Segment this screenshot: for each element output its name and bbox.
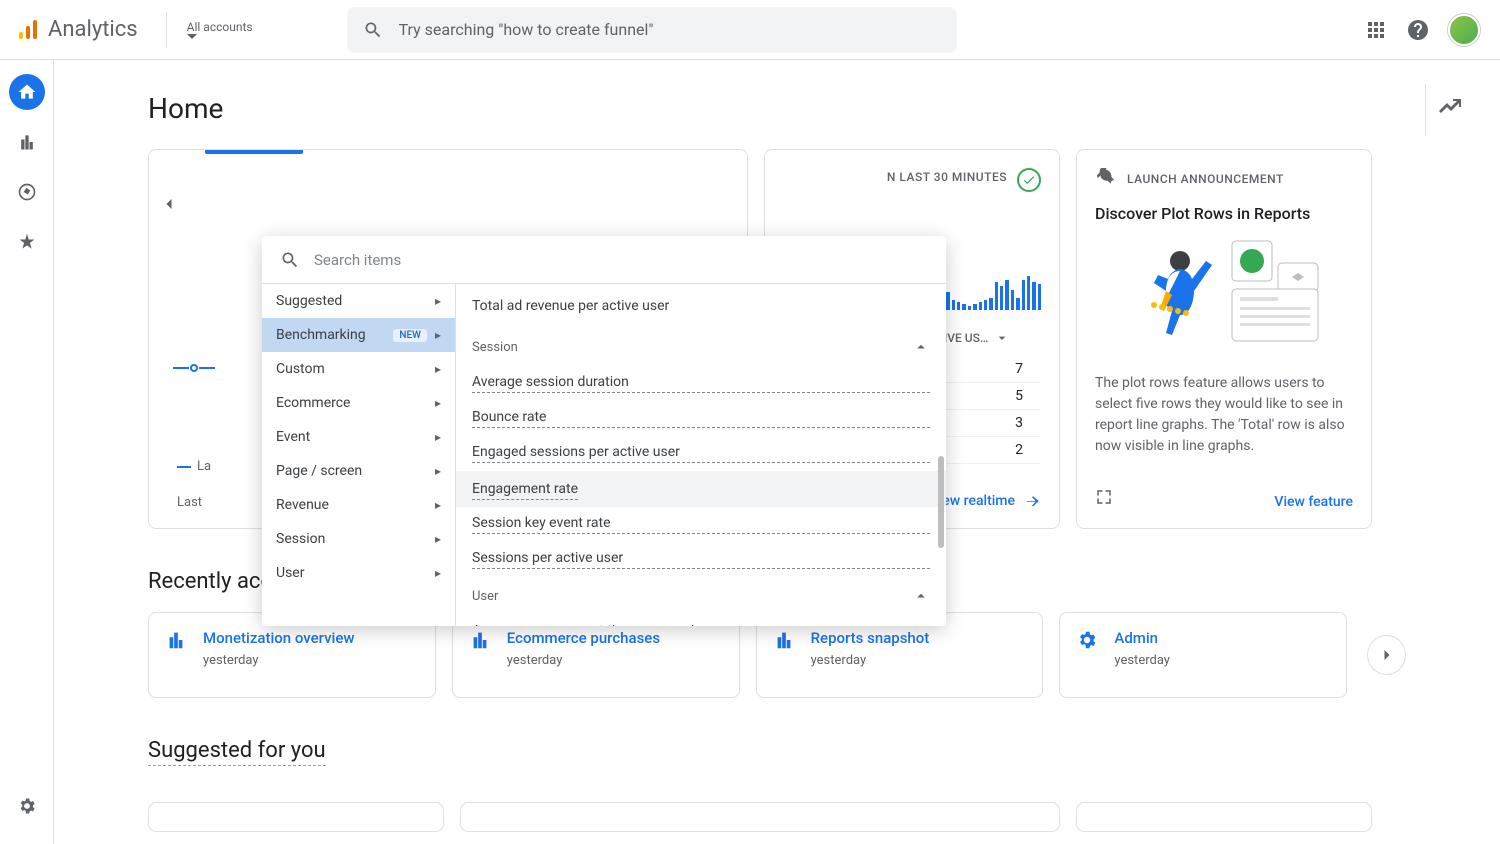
next-button[interactable] (1367, 635, 1406, 675)
scrollbar-thumb[interactable] (938, 456, 944, 548)
recent-card-subtitle: yesterday (1114, 653, 1170, 668)
category-ecommerce[interactable]: Ecommerce▸ (262, 386, 455, 420)
search-icon (280, 250, 300, 270)
announcement-tag: LAUNCH ANNOUNCEMENT (1095, 168, 1353, 190)
metric-item[interactable]: Engagement rate (456, 471, 946, 507)
card-footer-text: Last (177, 495, 202, 510)
nav-settings[interactable] (9, 788, 45, 824)
recent-card-subtitle: yesterday (507, 653, 660, 668)
global-search[interactable]: Try searching "how to create funnel" (347, 7, 957, 53)
analytics-logo-icon (16, 18, 40, 42)
view-feature-link[interactable]: View feature (1274, 494, 1353, 510)
metric-picker-popover: Suggested▸BenchmarkingNEW▸Custom▸Ecommer… (262, 236, 946, 626)
chart-legend: La (177, 459, 211, 474)
suggested-row (148, 802, 1406, 832)
gear-icon (1076, 629, 1098, 651)
category-user[interactable]: User▸ (262, 556, 455, 590)
user-avatar[interactable] (1448, 14, 1480, 46)
metric-categories: Suggested▸BenchmarkingNEW▸Custom▸Ecommer… (262, 284, 456, 626)
nav-reports[interactable] (9, 124, 45, 160)
suggested-card[interactable] (148, 802, 444, 832)
suggested-heading: Suggested for you (148, 738, 326, 766)
view-realtime-link[interactable]: View realtime (930, 492, 1041, 510)
insights-button[interactable] (1425, 84, 1474, 136)
previous-arrow[interactable] (159, 194, 179, 218)
help-icon[interactable] (1406, 18, 1430, 42)
suggested-card[interactable] (460, 802, 1060, 832)
metric-item[interactable]: Total ad revenue per active user (456, 284, 946, 328)
category-page-screen[interactable]: Page / screen▸ (262, 454, 455, 488)
recent-card[interactable]: Admin yesterday (1059, 612, 1347, 698)
chart-icon (773, 629, 795, 651)
chart-icon (469, 629, 491, 651)
category-custom[interactable]: Custom▸ (262, 352, 455, 386)
announcement-title: Discover Plot Rows in Reports (1095, 204, 1353, 223)
recent-card-title: Ecommerce purchases (507, 629, 660, 647)
recent-card-title: Admin (1114, 629, 1170, 647)
metric-group[interactable]: User (456, 577, 946, 615)
announcement-description: The plot rows feature allows users to se… (1095, 373, 1353, 457)
top-bar: Analytics All accounts Try searching "ho… (0, 0, 1500, 60)
chevron-down-icon (187, 34, 197, 40)
check-icon (1017, 168, 1041, 192)
recent-card-title: Monetization overview (203, 629, 355, 647)
apps-icon[interactable] (1364, 18, 1388, 42)
page-title: Home (148, 92, 1406, 125)
category-benchmarking[interactable]: BenchmarkingNEW▸ (262, 318, 455, 352)
rocket-icon (1095, 168, 1117, 190)
metric-item[interactable]: Engaged sessions per active user (472, 444, 930, 463)
line-chart-marker (173, 364, 215, 372)
category-revenue[interactable]: Revenue▸ (262, 488, 455, 522)
recent-card-title: Reports snapshot (811, 629, 930, 647)
left-nav (0, 60, 54, 844)
category-suggested[interactable]: Suggested▸ (262, 284, 455, 318)
brand-text: Analytics (48, 17, 138, 42)
metric-list: Total ad revenue per active userSession A… (456, 284, 946, 626)
metric-search-input[interactable] (314, 251, 928, 269)
nav-home[interactable] (9, 74, 45, 110)
top-right-tools (1364, 14, 1480, 46)
recent-card-subtitle: yesterday (203, 653, 355, 668)
active-tab-indicator (205, 150, 303, 154)
suggested-card[interactable] (1076, 802, 1372, 832)
metric-item[interactable]: Session key event rate (472, 515, 930, 534)
expand-button[interactable] (1095, 488, 1113, 510)
metric-item[interactable]: Sessions per active user (472, 550, 930, 569)
metric-item[interactable]: Average session duration (472, 374, 930, 393)
announcement-card: LAUNCH ANNOUNCEMENT Discover Plot Rows i… (1076, 149, 1372, 529)
recent-card-subtitle: yesterday (811, 653, 930, 668)
brand-logo[interactable]: Analytics (16, 17, 138, 42)
metric-search[interactable] (262, 236, 946, 284)
chart-icon (165, 629, 187, 651)
category-session[interactable]: Session▸ (262, 522, 455, 556)
announcement-illustration (1095, 233, 1353, 363)
account-selector[interactable]: All accounts (166, 12, 253, 48)
metric-item[interactable]: Average engagement time per session (472, 623, 930, 626)
category-event[interactable]: Event▸ (262, 420, 455, 454)
nav-advertising[interactable] (9, 224, 45, 260)
search-icon (363, 20, 383, 40)
nav-explore[interactable] (9, 174, 45, 210)
metric-item[interactable]: Bounce rate (472, 409, 930, 428)
realtime-card-heading: N LAST 30 MINUTES (783, 170, 1007, 184)
metric-group[interactable]: Session (456, 328, 946, 366)
